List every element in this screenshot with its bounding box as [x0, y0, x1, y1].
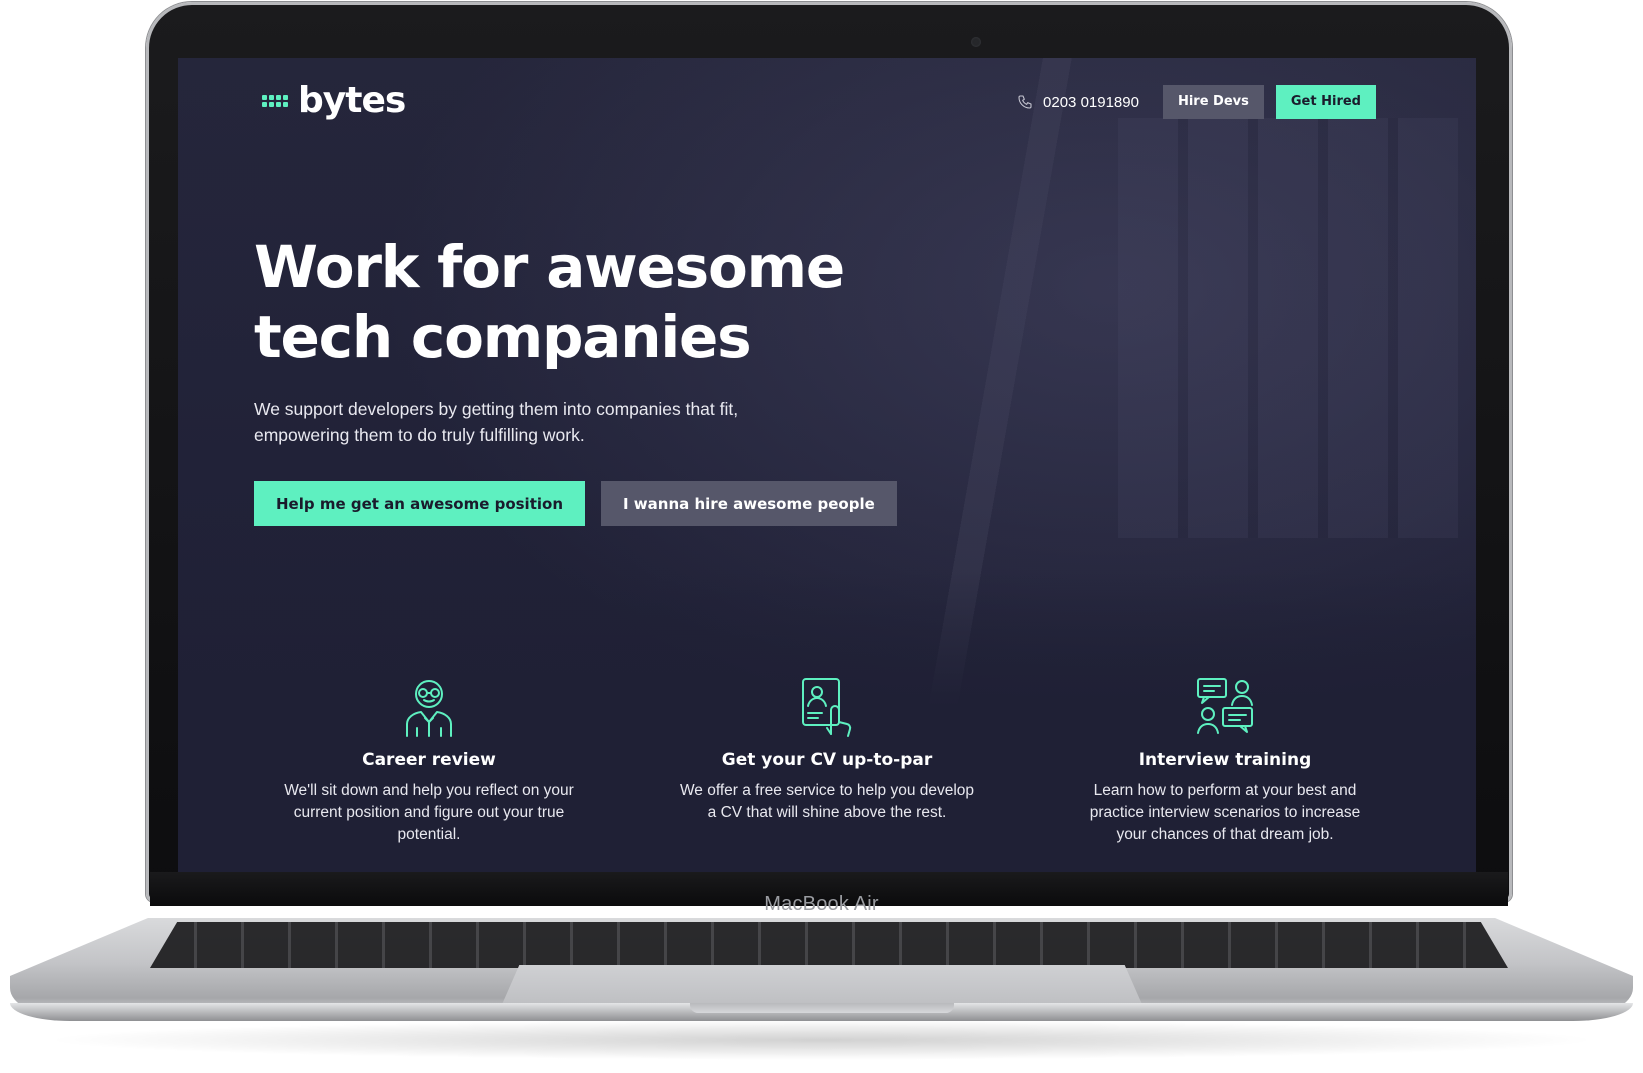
hire-people-button[interactable]: I wanna hire awesome people	[601, 481, 897, 526]
laptop-keyboard	[150, 922, 1508, 968]
chat-people-icon	[1197, 678, 1253, 734]
feature-text: We'll sit down and help you reflect on y…	[284, 782, 574, 843]
hero-subtitle-line1: We support developers by getting them in…	[254, 399, 739, 419]
features-section: Career review We'll sit down and help yo…	[178, 676, 1476, 846]
feature-cv: Get your CV up-to-par We offer a free se…	[628, 676, 1026, 846]
feature-title: Career review	[362, 750, 496, 770]
model-label: MacBook Air	[764, 893, 879, 915]
feature-text: Learn how to perform at your best and pr…	[1089, 782, 1361, 843]
background-photo-window	[1118, 118, 1458, 538]
laptop-lid-notch	[690, 1003, 954, 1013]
hero-actions: Help me get an awesome position I wanna …	[254, 481, 897, 526]
hire-devs-button[interactable]: Hire Devs	[1162, 85, 1264, 119]
laptop-shadow	[40, 1020, 1603, 1060]
phone-link[interactable]: 0203 0191890	[1017, 94, 1139, 111]
hero-title-line2: tech companies	[254, 303, 752, 371]
website-screen: bytes 0203 0191890 Hire Devs Get Hired W…	[178, 58, 1476, 872]
camera-icon	[971, 37, 981, 47]
get-hired-button[interactable]: Get Hired	[1275, 85, 1376, 119]
hero-title-line1: Work for awesome	[254, 233, 845, 301]
feature-interview: Interview training Learn how to perform …	[1026, 676, 1424, 846]
phone-number: 0203 0191890	[1043, 93, 1139, 111]
feature-text: We offer a free service to help you deve…	[679, 782, 975, 821]
logo-text: bytes	[298, 80, 406, 121]
laptop-mockup: MacBook Air bytes 0203 0191890 Hire Devs…	[0, 0, 1643, 1073]
site-logo[interactable]: bytes	[262, 80, 406, 121]
hero-title: Work for awesome tech companies	[254, 232, 974, 372]
top-nav: 0203 0191890 Hire Devs Get Hired	[1017, 85, 1376, 119]
feature-title: Interview training	[1138, 750, 1312, 770]
get-position-button[interactable]: Help me get an awesome position	[254, 481, 585, 526]
cv-document-icon	[802, 678, 852, 737]
feature-title: Get your CV up-to-par	[721, 750, 933, 770]
dot-grid-icon	[262, 94, 288, 107]
feature-career-review: Career review We'll sit down and help yo…	[230, 676, 628, 846]
phone-icon	[1018, 95, 1032, 109]
hero-subtitle-line2: empowering them to do truly fulfilling w…	[254, 425, 585, 445]
person-glasses-icon	[406, 680, 452, 737]
hero-subtitle: We support developers by getting them in…	[254, 396, 814, 448]
